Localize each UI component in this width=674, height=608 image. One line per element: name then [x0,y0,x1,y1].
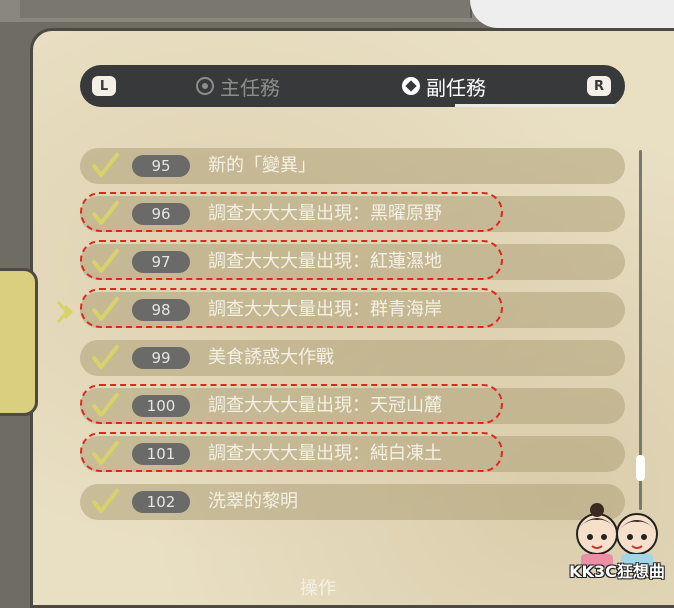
main-quest-icon [196,77,214,95]
l-button-hint[interactable]: L [92,76,116,96]
check-icon [92,345,119,369]
bottom-hint-text: 操作 [300,578,336,599]
watermark-logo: KK3C狂想曲 [563,500,671,584]
quest-title: 調查大大大量出現：黑曜原野 [208,203,442,224]
quest-row[interactable]: 99 美食誘惑大作戰 [80,340,625,376]
top-right-panel-corner [470,0,674,28]
check-icon [92,153,119,177]
top-frame-segment [380,0,472,18]
quest-row[interactable]: 101 調查大大大量出現：純白凍土 [80,432,625,472]
side-tab-handle[interactable] [0,268,38,416]
tab-label: 主任務 [220,75,280,100]
scrollbar-thumb[interactable] [636,455,645,481]
quest-tab-bar: L 主任務 副任務 R [80,65,625,107]
side-quest-icon [402,77,420,95]
quest-row[interactable]: 95 新的「變異」 [80,148,625,184]
quest-title: 洗翠的黎明 [208,491,298,512]
r-button-hint[interactable]: R [587,76,611,96]
quest-title: 調查大大大量出現：天冠山麓 [208,395,442,416]
quest-row[interactable]: 100 調查大大大量出現：天冠山麓 [80,384,625,424]
quest-row[interactable]: 97 調查大大大量出現：紅蓮濕地 [80,240,625,280]
quest-number: 95 [132,155,190,177]
check-icon [92,393,119,417]
quest-number: 100 [132,395,190,417]
quest-number: 99 [132,347,190,369]
quest-number: 102 [132,491,190,513]
quest-title: 調查大大大量出現：群青海岸 [208,299,442,320]
quest-number: 97 [132,251,190,273]
quest-number: 96 [132,203,190,225]
selection-cursor-icon [56,300,74,324]
quest-title: 調查大大大量出現：純白凍土 [208,443,442,464]
check-icon [92,201,119,225]
top-frame-segment [260,0,382,18]
quest-row[interactable]: 102 洗翠的黎明 [80,484,625,520]
quest-row[interactable]: 96 調查大大大量出現：黑曜原野 [80,192,625,232]
quest-number: 98 [132,299,190,321]
check-icon [92,489,119,513]
quest-title: 美食誘惑大作戰 [208,347,334,368]
quest-number: 101 [132,443,190,465]
quest-title: 新的「變異」 [208,155,316,176]
watermark-text: KK3C狂想曲 [569,562,665,581]
check-icon [92,441,119,465]
tab-label: 副任務 [426,75,486,100]
top-frame-segment [140,0,262,18]
top-frame-segment [20,0,142,18]
check-icon [92,297,119,321]
check-icon [92,249,119,273]
tab-side-quests[interactable]: 副任務 [402,65,486,107]
active-tab-underline [455,104,615,107]
tab-main-quests[interactable]: 主任務 [196,65,280,107]
quest-title: 調查大大大量出現：紅蓮濕地 [208,251,442,272]
quest-row-selected[interactable]: 98 調查大大大量出現：群青海岸 [80,288,625,328]
